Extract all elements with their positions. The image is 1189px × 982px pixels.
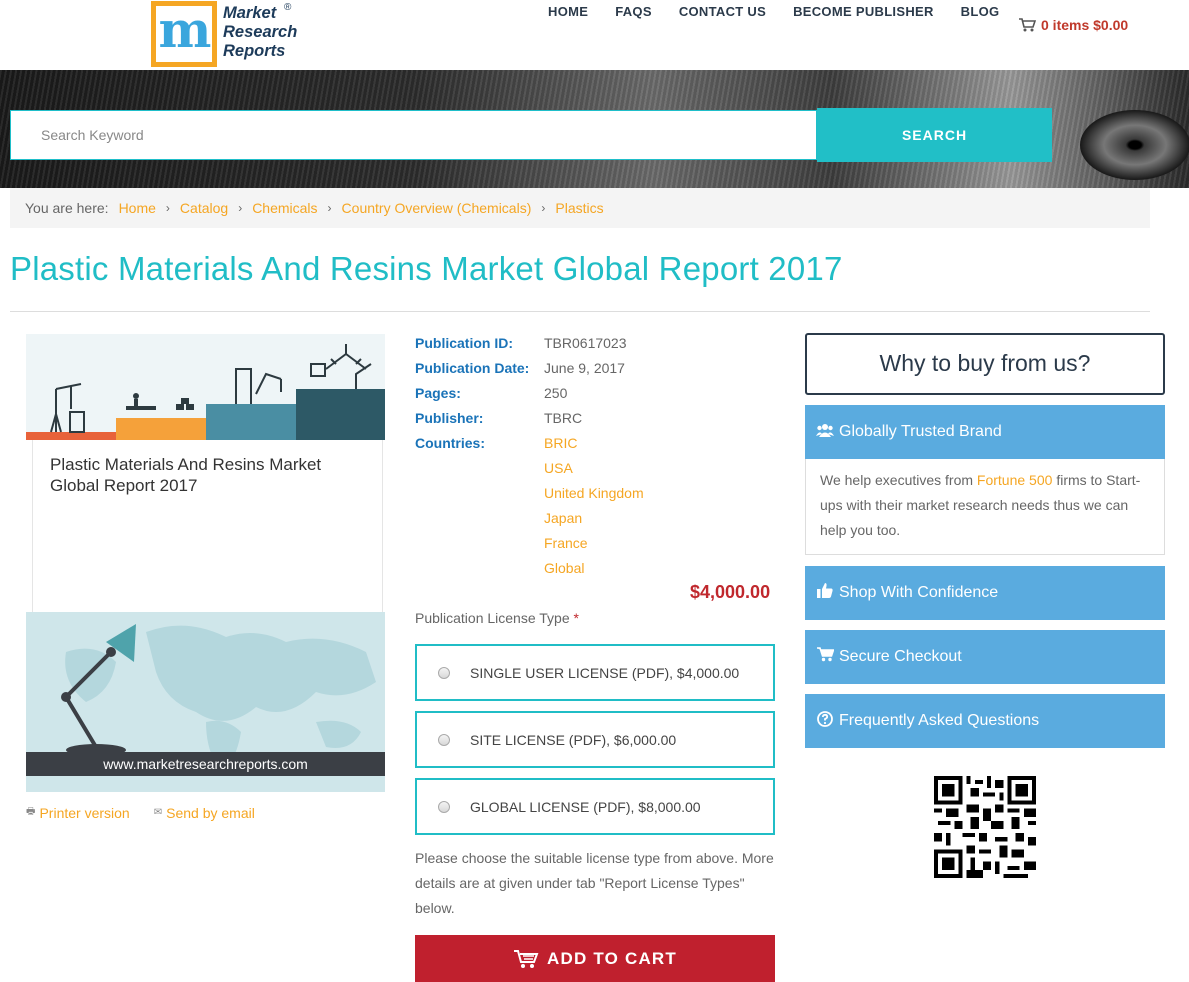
publisher-label: Publisher:: [415, 410, 484, 426]
chevron-right-icon: ›: [238, 201, 243, 215]
radio-button[interactable]: [438, 733, 450, 746]
qr-code-image: [934, 776, 1036, 878]
add-to-cart-button[interactable]: ADD TO CART: [415, 935, 775, 982]
secure-checkout-panel[interactable]: Secure Checkout: [805, 630, 1165, 684]
breadcrumb-plastics[interactable]: Plastics: [555, 200, 603, 216]
printer-version-link[interactable]: 🖶 Printer version: [26, 804, 130, 821]
country-link[interactable]: Japan: [544, 509, 644, 534]
send-by-email-label: Send by email: [166, 804, 255, 821]
nav-home[interactable]: HOME: [548, 4, 588, 19]
add-to-cart-label: ADD TO CART: [547, 948, 677, 968]
publication-date-value: June 9, 2017: [544, 360, 625, 376]
publication-id-value: TBR0617023: [544, 335, 627, 351]
printer-version-label: Printer version: [39, 804, 130, 821]
license-type-label: Publication License Type *: [415, 610, 579, 626]
thumbs-up-icon: [815, 583, 835, 603]
breadcrumb: You are here: Home › Catalog › Chemicals…: [10, 188, 1150, 228]
faq-panel[interactable]: Frequently Asked Questions: [805, 694, 1165, 748]
globally-trusted-brand-text: We help executives from Fortune 500 firm…: [805, 459, 1165, 555]
breadcrumb-country-overview[interactable]: Country Overview (Chemicals): [342, 200, 532, 216]
nav-blog[interactable]: BLOG: [961, 4, 1000, 19]
license-note: Please choose the suitable license type …: [415, 850, 774, 916]
breadcrumb-chemicals[interactable]: Chemicals: [252, 200, 317, 216]
registered-mark: ®: [284, 2, 292, 13]
tiger-eye-graphic: [1080, 110, 1189, 180]
printer-icon: 🖶: [26, 806, 36, 817]
license-option-site[interactable]: SITE LICENSE (PDF), $6,000.00: [415, 711, 775, 768]
site-logo[interactable]: m Market Research Reports ®: [151, 0, 301, 68]
envelope-icon: ✉: [153, 807, 163, 818]
countries-label: Countries:: [415, 435, 485, 451]
chevron-right-icon: ›: [541, 201, 546, 215]
license-option-label: GLOBAL LICENSE (PDF), $8,000.00: [470, 798, 701, 815]
cart-icon: [514, 949, 539, 968]
nav-contact-us[interactable]: CONTACT US: [679, 4, 766, 19]
publication-date-label: Publication Date:: [415, 360, 530, 376]
search-button[interactable]: SEARCH: [817, 108, 1052, 162]
country-link[interactable]: BRIC: [544, 434, 644, 459]
report-tools: 🖶 Printer version ✉ Send by email: [26, 804, 279, 821]
shop-with-confidence-panel[interactable]: Shop With Confidence: [805, 566, 1165, 620]
country-link[interactable]: USA: [544, 459, 644, 484]
question-circle-icon: [815, 710, 835, 732]
main-nav: HOME FAQS CONTACT US BECOME PUBLISHER BL…: [548, 4, 1026, 19]
license-option-single-user[interactable]: SINGLE USER LICENSE (PDF), $4,000.00: [415, 644, 775, 701]
logo-mark: m: [151, 0, 217, 67]
cart-summary: 0 items $0.00: [1041, 17, 1129, 33]
nav-faqs[interactable]: FAQS: [615, 4, 652, 19]
globally-trusted-brand-label: Globally Trusted Brand: [839, 423, 1002, 440]
publisher-value: TBRC: [544, 410, 583, 426]
country-link[interactable]: France: [544, 534, 644, 559]
globally-trusted-brand-panel[interactable]: Globally Trusted Brand: [805, 405, 1165, 459]
pages-value: 250: [544, 385, 568, 401]
country-link[interactable]: Global: [544, 559, 644, 584]
publication-details: Publication ID: TBR0617023 Publication D…: [415, 334, 775, 576]
report-cover-image: Plastic Materials And Resins Market Glob…: [26, 334, 385, 792]
pages-label: Pages:: [415, 385, 461, 401]
shopping-cart-icon: [815, 647, 835, 667]
report-cover-url: www.marketresearchreports.com: [26, 752, 385, 776]
publication-id-label: Publication ID:: [415, 335, 513, 351]
search-input[interactable]: Search Keyword: [10, 110, 817, 160]
license-option-label: SITE LICENSE (PDF), $6,000.00: [470, 731, 677, 748]
breadcrumb-catalog[interactable]: Catalog: [180, 200, 228, 216]
chevron-right-icon: ›: [165, 201, 170, 215]
page-title: Plastic Materials And Resins Market Glob…: [10, 250, 843, 287]
breadcrumb-label: You are here:: [25, 200, 109, 216]
industry-illustration: [26, 334, 385, 440]
breadcrumb-home[interactable]: Home: [119, 200, 156, 216]
send-by-email-link[interactable]: ✉ Send by email: [154, 804, 255, 821]
shop-with-confidence-label: Shop With Confidence: [839, 584, 999, 601]
cart-icon: [1019, 18, 1036, 32]
faq-label: Frequently Asked Questions: [839, 712, 1040, 729]
license-option-label: SINGLE USER LICENSE (PDF), $4,000.00: [470, 664, 740, 681]
radio-button[interactable]: [438, 800, 450, 813]
country-link[interactable]: United Kingdom: [544, 484, 644, 509]
price: $4,000.00: [690, 582, 771, 602]
radio-button[interactable]: [438, 666, 450, 679]
fortune-500-link[interactable]: Fortune 500: [977, 472, 1053, 488]
why-buy-heading: Why to buy from us?: [805, 333, 1165, 395]
chevron-right-icon: ›: [327, 201, 332, 215]
nav-become-publisher[interactable]: BECOME PUBLISHER: [793, 4, 934, 19]
users-icon: [815, 423, 835, 442]
site-header: m Market Research Reports ® HOME FAQS CO…: [0, 0, 1189, 70]
report-cover-title: Plastic Materials And Resins Market Glob…: [50, 455, 322, 495]
secure-checkout-label: Secure Checkout: [839, 648, 962, 665]
license-option-global[interactable]: GLOBAL LICENSE (PDF), $8,000.00: [415, 778, 775, 835]
divider: [10, 311, 1150, 312]
header-cart[interactable]: 0 items $0.00: [1018, 17, 1128, 33]
